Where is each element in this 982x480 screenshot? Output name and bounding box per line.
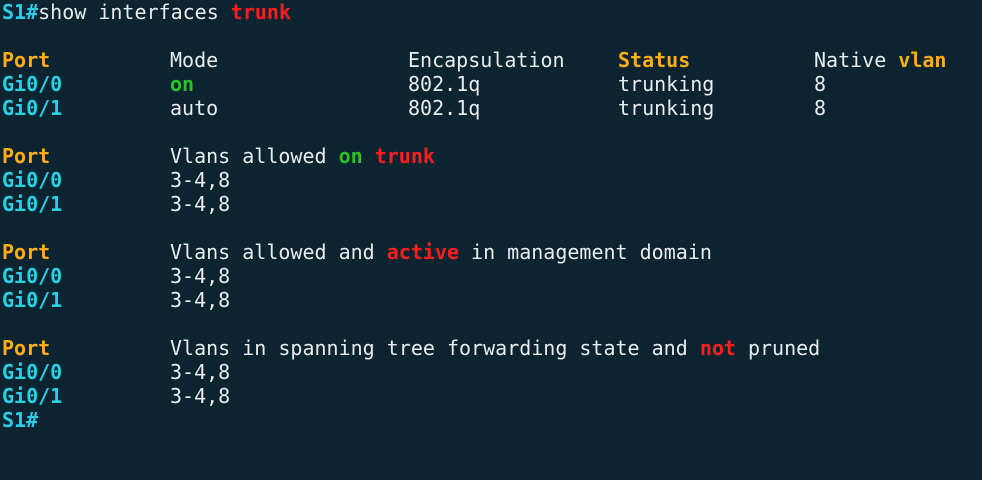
row-port: Gi0/1 [2, 288, 63, 312]
table-row: Gi0/1 auto 802.1q trunking 8 [2, 96, 982, 120]
header-port: Port [2, 336, 51, 360]
row-vlans: 3-4,8 [170, 264, 231, 288]
row-port: Gi0/0 [2, 360, 63, 384]
title-trunk: trunk [374, 144, 435, 168]
title-text: in management domain [459, 240, 712, 264]
header-vlan: vlan [898, 48, 947, 72]
header-port: Port [2, 240, 51, 264]
title-not: not [699, 336, 736, 360]
allowed-section-header: Port Vlans allowed on trunk [2, 144, 982, 168]
row-status: trunking [618, 72, 715, 96]
command-keyword: trunk [230, 0, 291, 24]
row-encapsulation: 802.1q [408, 72, 481, 96]
row-vlans: 3-4,8 [170, 288, 231, 312]
active-section-header: Port Vlans allowed and active in managem… [2, 240, 982, 264]
row-vlans: 3-4,8 [170, 384, 231, 408]
title-text: Vlans allowed [170, 144, 339, 168]
allowed-section-title: Vlans allowed on trunk [170, 144, 435, 168]
table-row: Gi0/1 3-4,8 [2, 288, 982, 312]
command-text: show interfaces [38, 0, 231, 24]
stp-section-title: Vlans in spanning tree forwarding state … [170, 336, 820, 360]
terminal-window[interactable]: S1#show interfaces trunk Port Mode Encap… [0, 0, 982, 433]
table-row: Gi0/1 3-4,8 [2, 192, 982, 216]
row-vlans: 3-4,8 [170, 192, 231, 216]
row-vlans: 3-4,8 [170, 168, 231, 192]
final-prompt-line[interactable]: S1# [2, 408, 982, 432]
row-mode: on [170, 72, 195, 96]
row-mode: auto [170, 96, 219, 120]
row-port: Gi0/1 [2, 384, 63, 408]
table-row: Gi0/0 3-4,8 [2, 360, 982, 384]
title-on: on [338, 144, 363, 168]
prompt: S1# [2, 408, 39, 432]
row-port: Gi0/0 [2, 72, 63, 96]
active-section-title: Vlans allowed and active in management d… [170, 240, 712, 264]
row-port: Gi0/0 [2, 264, 63, 288]
row-status: trunking [618, 96, 715, 120]
title-text: Vlans allowed and [170, 240, 387, 264]
stp-section-header: Port Vlans in spanning tree forwarding s… [2, 336, 982, 360]
table-row: Gi0/0 on 802.1q trunking 8 [2, 72, 982, 96]
row-port: Gi0/1 [2, 96, 63, 120]
title-text: Vlans in spanning tree forwarding state … [170, 336, 700, 360]
row-native-vlan: 8 [814, 72, 827, 96]
row-port: Gi0/1 [2, 192, 63, 216]
table-row: Gi0/0 3-4,8 [2, 168, 982, 192]
row-vlans: 3-4,8 [170, 360, 231, 384]
title-text: pruned [735, 336, 821, 360]
table-row: Gi0/0 3-4,8 [2, 264, 982, 288]
prompt: S1# [2, 0, 39, 24]
row-encapsulation: 802.1q [408, 96, 481, 120]
row-native-vlan: 8 [814, 96, 827, 120]
header-status: Status [618, 48, 691, 72]
header-mode: Mode [170, 48, 219, 72]
table-row: Gi0/1 3-4,8 [2, 384, 982, 408]
header-port: Port [2, 144, 51, 168]
header-encapsulation: Encapsulation [408, 48, 565, 72]
title-space [363, 144, 375, 168]
command-line: S1#show interfaces trunk [2, 0, 982, 24]
mode-table-header: Port Mode Encapsulation Status Native vl… [2, 48, 982, 72]
row-port: Gi0/0 [2, 168, 63, 192]
header-native-vlan: Native vlan [814, 48, 946, 72]
title-active: active [386, 240, 459, 264]
header-native: Native [814, 48, 899, 72]
header-port: Port [2, 48, 51, 72]
